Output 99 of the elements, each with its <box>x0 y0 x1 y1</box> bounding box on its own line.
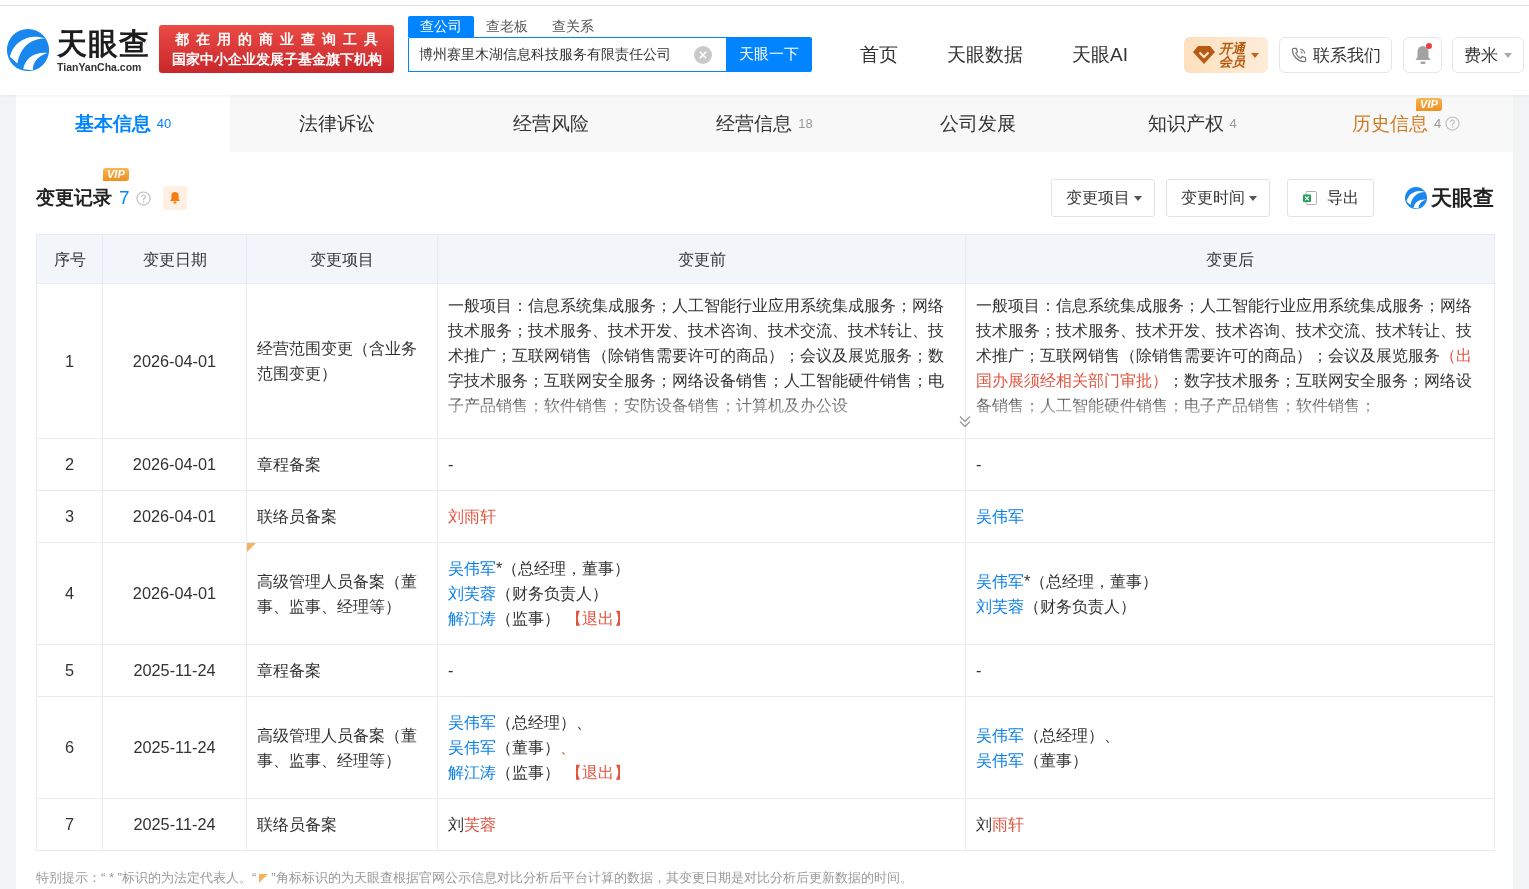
vip-badge: VIP <box>103 168 129 181</box>
person-link[interactable]: 吴伟军 <box>976 571 1024 590</box>
nav-link[interactable]: 天眼数据 <box>947 42 1023 68</box>
person-link[interactable]: 吴伟军 <box>976 725 1024 744</box>
table-cell: 5 <box>36 644 103 697</box>
filter-dropdown[interactable]: 变更时间 <box>1166 179 1270 217</box>
logo-text[interactable]: 天眼查 <box>57 27 150 60</box>
bell-icon <box>1413 44 1432 66</box>
column-header: 变更前 <box>437 234 966 284</box>
column-header: 序号 <box>36 234 103 284</box>
vip-badge: VIP <box>1416 98 1442 111</box>
caret-icon <box>1249 195 1257 201</box>
notification-button[interactable] <box>1403 37 1442 73</box>
search-field[interactable]: 博州赛里木湖信息科技服务有限责任公司 <box>408 37 726 72</box>
logo-domain: TianYanCha.com <box>57 61 142 73</box>
slogan-text: 都在用的商业查询工具 <box>175 30 385 49</box>
footnote-text: ”角标标识的为天眼查根据官网公示信息对比分析后平台计算的数据，其变更日期是对比分析后更新数据的时间。 <box>271 870 913 886</box>
table-cell: 2026-04-01 <box>102 542 247 645</box>
person-link[interactable]: 吴伟军 <box>976 507 1024 525</box>
table-cell: 7 <box>36 798 103 851</box>
change-text: 刘雨轩 <box>448 506 497 527</box>
change-text: 刘雨轩 <box>976 814 1025 835</box>
person-link[interactable]: 吴伟军 <box>448 559 496 577</box>
phone-icon <box>1290 46 1307 64</box>
column-header: 变更后 <box>965 234 1495 284</box>
spreadsheet-icon <box>1302 190 1318 206</box>
table-cell: 2025-11-24 <box>102 696 247 799</box>
swirl-logo-icon <box>1404 186 1428 210</box>
caret-icon <box>1134 195 1142 201</box>
section-title: 变更记录 <box>36 186 112 210</box>
change-text: 刘芙蓉（财务负责人） <box>976 595 1137 617</box>
export-button[interactable]: 导出 <box>1287 179 1374 217</box>
table-cell: 3 <box>36 490 103 543</box>
caret-icon <box>1504 52 1512 58</box>
help-icon[interactable] <box>135 190 151 206</box>
table-cell: 经营范围变更（含业务范围变更） <box>257 339 417 382</box>
contact-button[interactable]: 联系我们 <box>1279 37 1392 73</box>
clear-icon[interactable] <box>694 45 712 64</box>
footnote-text: 特别提示：“ * ”标识的为法定代表人。“ <box>36 870 257 886</box>
table-cell: 1 <box>36 283 103 439</box>
table-cell: 2026-04-01 <box>102 490 247 543</box>
vip-button[interactable]: 开通会员 <box>1184 37 1268 73</box>
table-cell: 2026-04-01 <box>102 438 247 491</box>
change-text: 解江涛（监事） 【退出】 <box>448 762 631 783</box>
search-button[interactable]: 天眼一下 <box>726 37 812 72</box>
help-icon[interactable] <box>1445 116 1461 131</box>
change-text: 一般项目：信息系统集成服务；人工智能行业应用系统集成服务；网络技术服务；技术服务、技术开发、技术咨询、技术交流、技术转让、技术推广；互联网销售（除销售需要许可的商品）；会议及展览服务；数字技术服务；互联网安全服务；网络设备销售；人工智能硬件销售；电子产品销售；软件销售；安防设备销售；计算机及办公设 <box>448 295 945 416</box>
record-count: 7 <box>119 187 130 209</box>
nav-link[interactable]: 首页 <box>860 42 898 68</box>
table-cell: 章程备案 <box>257 661 321 679</box>
table-cell: 章程备案 <box>257 455 321 473</box>
change-text: 吴伟军（总经理）、 <box>976 724 1121 746</box>
search-tab[interactable]: 查老板 <box>474 16 540 37</box>
change-text: 一般项目：信息系统集成服务；人工智能行业应用系统集成服务；网络技术服务；技术服务、技术开发、技术咨询、技术交流、技术转让、技术推广；互联网销售（除销售需要许可的商品）；会议及展览服务（出国办展须经相关部门审批）；数字技术服务；互联网安全服务；网络设备销售；人工智能硬件销售；电子产品销售；软件销售； <box>976 295 1473 416</box>
brand-text: 天眼查 <box>1431 185 1494 211</box>
table-cell: 4 <box>36 542 103 645</box>
change-text: 吴伟军*（总经理，董事） <box>448 558 632 579</box>
column-header: 变更项目 <box>246 234 438 284</box>
column-header: 变更日期 <box>102 234 247 284</box>
search-tab[interactable]: 查关系 <box>540 16 606 37</box>
filter-dropdown[interactable]: 变更项目 <box>1051 179 1155 217</box>
caret-icon <box>1250 52 1259 58</box>
person-link[interactable]: 解江涛 <box>448 609 496 627</box>
change-text: 解江涛（监事） 【退出】 <box>448 608 631 629</box>
person-link[interactable]: 刘芙蓉 <box>976 596 1024 615</box>
change-text: 刘芙蓉（财务负责人） <box>448 583 609 604</box>
user-menu[interactable]: 费米 <box>1452 37 1524 73</box>
person-link[interactable]: 刘芙蓉 <box>448 584 496 602</box>
table-cell: 2 <box>36 438 103 491</box>
corner-mark-icon <box>259 873 269 883</box>
table-cell: 联络员备案 <box>257 815 337 833</box>
nav-link[interactable]: 天眼AI <box>1072 42 1128 68</box>
table-cell: 高级管理人员备案（董事、监事、经理等） <box>257 725 417 769</box>
bell-icon[interactable] <box>162 186 187 210</box>
table-cell: 高级管理人员备案（董事、监事、经理等） <box>257 571 417 615</box>
person-link[interactable]: 吴伟军 <box>448 738 496 756</box>
search-tab[interactable]: 查公司 <box>408 16 474 37</box>
table-cell: 联络员备案 <box>257 507 337 525</box>
change-text: - <box>448 660 455 681</box>
double-chevron-icon[interactable] <box>958 415 972 429</box>
change-text: - <box>448 454 455 475</box>
diamond-icon <box>1193 46 1216 64</box>
tab[interactable]: 基本信息 40 <box>16 95 230 152</box>
change-text: - <box>976 660 983 681</box>
change-text: - <box>976 454 983 475</box>
change-text: 吴伟军（董事） <box>976 749 1089 771</box>
person-link[interactable]: 解江涛 <box>448 763 496 781</box>
change-text: 吴伟军（总经理）、 <box>448 712 593 733</box>
table-cell: 6 <box>36 696 103 799</box>
change-text: 吴伟军（董事）、 <box>448 737 577 758</box>
person-link[interactable]: 吴伟军 <box>976 750 1024 769</box>
change-text: 吴伟军*（总经理，董事） <box>976 570 1160 592</box>
change-text: 刘芙蓉 <box>448 814 497 835</box>
swirl-logo-icon[interactable] <box>5 27 51 73</box>
table-cell: 2025-11-24 <box>102 644 247 697</box>
table-cell: 2025-11-24 <box>102 798 247 851</box>
table-cell: 2026-04-01 <box>102 283 247 439</box>
slogan-text: 国家中小企业发展子基金旗下机构 <box>171 50 382 69</box>
person-link[interactable]: 吴伟军 <box>448 713 496 731</box>
